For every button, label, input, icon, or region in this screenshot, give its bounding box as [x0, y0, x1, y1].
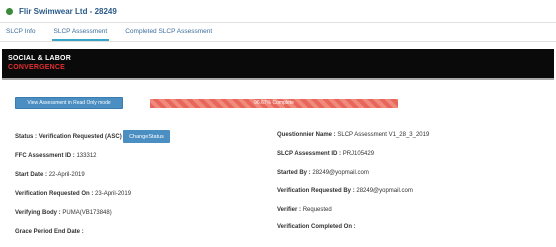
verification-requested-on-value: 23-April-2019 [95, 191, 132, 197]
grace-period-end-date-field: Grace Period End Date : [15, 229, 84, 235]
page-header: Flir Swimwear Ltd - 28249 [0, 0, 556, 22]
started-by-value: 28249@yopmail.com [312, 170, 369, 176]
status-dot-icon [6, 7, 13, 15]
tab-completed-slcp-assessment[interactable]: Completed SLCP Assessment [116, 24, 221, 40]
verifier-value: Requested [302, 207, 332, 213]
verification-requested-on-field: Verification Requested On : 23-April-201… [15, 191, 131, 197]
view-read-only-button[interactable]: View Assessment in Read Only mode [15, 97, 123, 109]
start-date-label: Start Date : [15, 172, 48, 178]
progress-label: 96.67% Complete [254, 100, 294, 106]
status-value: Verification Requested (ASC) [38, 134, 122, 140]
verification-requested-on-label: Verification Requested On : [15, 191, 94, 197]
header-divider [0, 22, 556, 23]
status-field: Status : Verification Requested (ASC) [15, 134, 122, 140]
start-date-value: 22-April-2019 [48, 172, 85, 178]
verification-completed-on-label: Verification Completed On : [277, 224, 356, 230]
started-by-field: Started By : 28249@yopmail.com [277, 170, 369, 176]
ffc-assessment-id-field: FFC Assessment ID : 133312 [15, 153, 97, 159]
status-label: Status : [15, 134, 38, 140]
questionnaire-name-field: Questionnier Name : SLCP Assessment V1_2… [277, 132, 429, 138]
verifying-body-value: PUMA(VB173848) [62, 210, 112, 216]
verifying-body-field: Verifying Body : PUMA(VB173848) [15, 210, 112, 216]
start-date-field: Start Date : 22-April-2019 [15, 172, 85, 178]
verifying-body-label: Verifying Body : [15, 210, 61, 216]
tab-bar: SLCP Info SLCP Assessment Completed SLCP… [0, 24, 556, 41]
slcp-banner: SOCIAL & LABOR CONVERGENCE [2, 49, 554, 80]
verification-requested-by-value: 28249@yopmail.com [356, 188, 413, 194]
slcp-assessment-id-field: SLCP Assessment ID : PRJ105429 [277, 151, 374, 157]
tab-slcp-info[interactable]: SLCP Info [0, 24, 45, 40]
slcp-assessment-id-value: PRJ105429 [342, 151, 375, 157]
tabs-divider [0, 41, 556, 42]
questionnaire-name-label: Questionnier Name : [277, 132, 336, 138]
verification-completed-on-field: Verification Completed On : [277, 224, 356, 230]
ffc-assessment-id-label: FFC Assessment ID : [15, 153, 75, 159]
verification-requested-by-label: Verification Requested By : [277, 188, 355, 194]
tab-slcp-assessment[interactable]: SLCP Assessment [45, 24, 117, 41]
grace-period-end-date-label: Grace Period End Date : [15, 229, 84, 235]
slcp-assessment-id-label: SLCP Assessment ID : [277, 151, 342, 157]
change-status-button[interactable]: ChangeStatus [123, 130, 170, 143]
verifier-label: Verifier : [277, 207, 302, 213]
completion-progress-bar: 96.67% Complete [150, 99, 398, 108]
verifier-field: Verifier : Requested [277, 207, 332, 213]
verification-requested-by-field: Verification Requested By : 28249@yopmai… [277, 188, 413, 194]
banner-title-line1: SOCIAL & LABOR [8, 55, 71, 62]
started-by-label: Started By : [277, 170, 311, 176]
banner-title-line2: CONVERGENCE [8, 64, 66, 71]
ffc-assessment-id-value: 133312 [76, 153, 97, 159]
page-title: Flir Swimwear Ltd - 28249 [19, 6, 117, 16]
questionnaire-name-value: SLCP Assessment V1_28_3_2019 [337, 132, 430, 138]
